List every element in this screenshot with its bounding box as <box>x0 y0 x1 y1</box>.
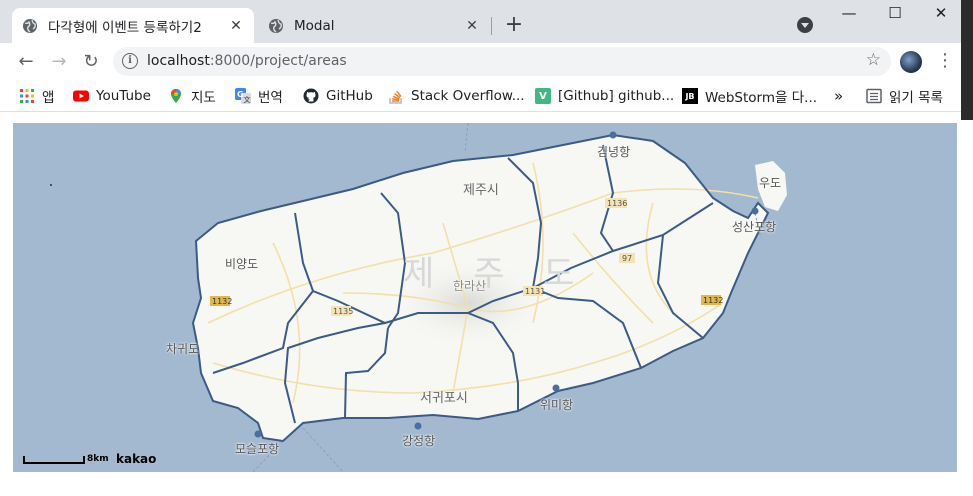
road-shield-label: 1132 <box>212 297 232 306</box>
browser-toolbar: ← → ↻ i localhost:8000/project/areas ☆ ⋮ <box>0 43 973 80</box>
maximize-button[interactable]: ☐ <box>873 4 917 28</box>
map-speck <box>50 184 52 186</box>
maps-pin-icon <box>171 89 181 103</box>
bookmark-label: [Github] github... <box>558 88 675 104</box>
url-host: localhost <box>147 53 210 69</box>
bookmark-github-vue[interactable]: V [Github] github... <box>535 86 674 106</box>
back-button[interactable]: ← <box>15 51 37 73</box>
globe-icon <box>269 18 283 33</box>
jeju-map-canvas: 제 주 도 1132 1135 1131 1136 97 1132 <box>50 123 787 472</box>
bookmark-github[interactable]: GitHub <box>303 86 373 106</box>
jetbrains-icon: JB <box>682 88 698 104</box>
youtube-icon <box>73 90 89 102</box>
bookmark-star-icon[interactable]: ☆ <box>866 50 881 70</box>
map-scale-bar: 8km <box>23 454 109 464</box>
profile-avatar[interactable] <box>900 51 922 73</box>
reading-list-icon <box>866 88 882 104</box>
road-shield-label: 1135 <box>333 307 353 316</box>
tab-title: 다각형에 이벤트 등록하기2 <box>48 19 202 36</box>
github-icon <box>303 88 319 104</box>
scale-label: 8km <box>87 454 109 464</box>
site-info-icon[interactable]: i <box>122 53 138 69</box>
place-label: 위미항 <box>540 398 574 412</box>
bookmark-label: 앱 <box>42 90 55 106</box>
bookmark-stackoverflow[interactable]: Stack Overflow... <box>388 86 525 106</box>
place-label: 차귀도 <box>166 342 200 356</box>
bookmark-label: GitHub <box>326 88 373 104</box>
vue-icon: V <box>535 88 551 104</box>
road-shield-label: 1136 <box>607 199 627 208</box>
bookmark-label: 읽기 목록 <box>889 90 943 106</box>
tab-separator <box>491 17 492 35</box>
bookmark-label: 번역 <box>258 90 283 106</box>
browser-menu-icon[interactable]: ⋮ <box>936 51 954 71</box>
place-label: 우도 <box>759 176 782 190</box>
bookmark-label: WebStorm을 다... <box>705 90 818 106</box>
road-shield-label: 1132 <box>703 296 723 305</box>
reload-button[interactable]: ↻ <box>80 51 102 73</box>
apps-grid-icon <box>20 89 34 103</box>
tab-strip: 다각형에 이벤트 등록하기2 ✕ Modal ✕ + — ☐ ✕ <box>0 0 973 43</box>
globe-icon <box>23 18 37 33</box>
bookmarks-bar: 앱 YouTube 지도 G文 번역 GitHub Stack Overflow… <box>0 80 973 112</box>
tab-active[interactable]: 다각형에 이벤트 등록하기2 ✕ <box>12 8 254 43</box>
reading-list-button[interactable]: 읽기 목록 <box>866 86 943 106</box>
bookmark-webstorm[interactable]: JB WebStorm을 다... <box>682 86 817 106</box>
place-label: 모슬포항 <box>235 442 280 456</box>
forward-button[interactable]: → <box>48 51 70 73</box>
background-window-edge <box>961 0 973 120</box>
bookmark-maps[interactable]: 지도 <box>168 86 216 106</box>
kakao-map[interactable]: 제 주 도 1132 1135 1131 1136 97 1132 김녕항 우도… <box>13 123 957 472</box>
tab-close-icon[interactable]: ✕ <box>464 18 480 34</box>
city-label: 제주시 <box>463 183 499 198</box>
url-text: localhost:8000/project/areas <box>147 53 347 69</box>
place-label: 강정항 <box>402 434 436 448</box>
minimize-button[interactable]: — <box>827 4 871 28</box>
tab-close-icon[interactable]: ✕ <box>228 18 244 34</box>
place-label: 비양도 <box>225 257 259 271</box>
url-path: :8000/project/areas <box>209 53 347 69</box>
place-label: 성산포항 <box>732 220 777 234</box>
bookmark-label: Stack Overflow... <box>411 88 525 104</box>
tab-modal[interactable]: Modal ✕ <box>258 8 490 43</box>
bookmark-label: YouTube <box>96 88 151 104</box>
tab-title: Modal <box>294 17 335 34</box>
road-shield-label: 1131 <box>525 287 545 296</box>
address-bar[interactable]: i localhost:8000/project/areas ☆ <box>113 47 891 76</box>
stackoverflow-icon <box>389 90 402 104</box>
svg-text:文: 文 <box>244 95 252 104</box>
bookmark-translate[interactable]: G文 번역 <box>235 86 283 106</box>
more-bookmarks-button[interactable]: » <box>834 86 843 106</box>
city-label: 서귀포시 <box>420 391 468 406</box>
bookmark-apps[interactable]: 앱 <box>19 86 54 106</box>
scale-line <box>23 456 85 464</box>
translate-icon: G文 <box>235 88 251 104</box>
new-tab-button[interactable]: + <box>503 12 525 37</box>
place-label: 김녕항 <box>597 145 631 159</box>
place-label: 한라산 <box>453 279 487 293</box>
bookmark-label: 지도 <box>191 90 216 106</box>
tab-search-icon[interactable] <box>797 17 813 33</box>
kakao-logo[interactable]: kakao <box>116 452 156 466</box>
window-close-button[interactable]: ✕ <box>919 4 963 28</box>
bookmark-youtube[interactable]: YouTube <box>73 86 151 106</box>
road-shield-label: 97 <box>622 254 632 263</box>
region-watermark: 제 주 도 <box>403 254 588 294</box>
